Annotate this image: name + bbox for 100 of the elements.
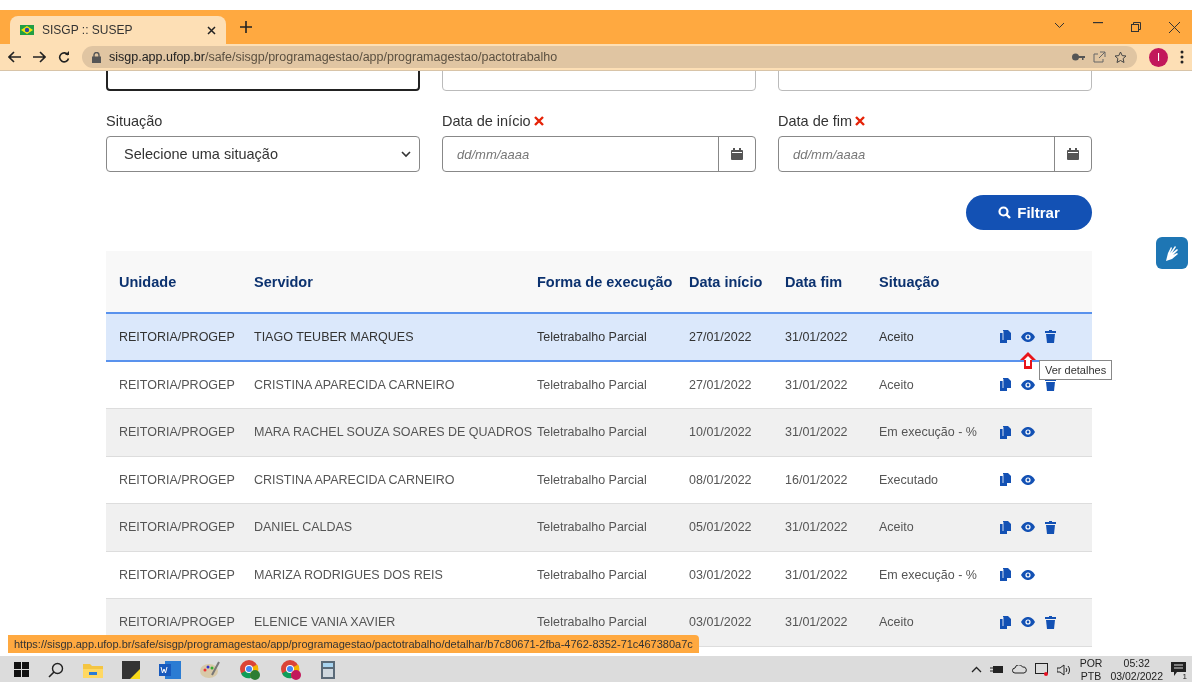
forward-icon[interactable] (33, 51, 46, 63)
clock-time[interactable]: 05:32 (1123, 656, 1150, 670)
table-cell-text: 03/01/2022 (689, 615, 753, 630)
table-cell-text: DANIEL CALDAS (254, 520, 354, 535)
sticky-note-icon[interactable] (122, 660, 140, 679)
search-icon (998, 206, 1012, 219)
table-cell-text: 08/01/2022 (689, 472, 753, 487)
language-indicator[interactable]: POR (1079, 656, 1103, 670)
table-row[interactable]: REITORIA/PROGEP TIAGO TEUBER MARQUES Teletrabalho Parcial 27/01/2022 31/01/2022 Aceito (106, 314, 1092, 362)
date-input[interactable]: dd/mm/aaaa (779, 137, 1054, 171)
table-cell-text: 16/01/2022 (785, 472, 849, 487)
accessibility-button[interactable] (1156, 237, 1188, 269)
trash-icon[interactable] (1045, 330, 1056, 344)
search-icon[interactable] (48, 661, 64, 678)
close-icon[interactable] (1169, 21, 1180, 33)
trash-icon[interactable] (1045, 615, 1056, 629)
share-icon[interactable] (1093, 51, 1106, 63)
eye-icon[interactable] (1021, 474, 1035, 485)
chrome-icon[interactable] (239, 658, 261, 681)
copy-icon[interactable] (1000, 520, 1011, 534)
eye-icon[interactable] (1021, 379, 1035, 390)
table-cell-text: Executado (879, 472, 940, 487)
tooltip: Ver detalhes (1039, 360, 1113, 380)
eye-icon[interactable] (1021, 331, 1035, 342)
table-cell-text: Teletrabalho Parcial (537, 520, 648, 535)
filter-button[interactable]: Filtrar (966, 195, 1092, 230)
key-icon[interactable] (1072, 53, 1085, 61)
keyboard-layout[interactable]: PTB (1080, 669, 1102, 682)
reload-icon[interactable] (58, 51, 70, 63)
table-cell-text: TIAGO TEUBER MARQUES (254, 329, 415, 344)
table-cell-text: REITORIA/PROGEP (119, 472, 236, 487)
copy-icon[interactable] (1000, 568, 1011, 582)
table-cell-text: 31/01/2022 (785, 425, 849, 440)
chevron-down-icon (401, 150, 411, 158)
tab-title: SISGP :: SUSEP (42, 23, 134, 37)
cloud-icon[interactable] (1011, 665, 1027, 674)
address-bar[interactable]: sisgp.app.ufop.br/safe/sisgp/programagestao/app/programagestao/pactotrabalho (82, 46, 1137, 68)
menu-icon[interactable] (1180, 50, 1184, 64)
chevron-down-icon[interactable] (1054, 21, 1065, 29)
paint-palette-icon[interactable] (200, 660, 220, 679)
table-cell-text: Aceito (879, 615, 915, 630)
table-cell-text: Aceito (879, 520, 915, 535)
eye-icon[interactable] (1021, 522, 1035, 533)
restore-icon[interactable] (1131, 21, 1141, 32)
table-cell-text: 05/01/2022 (689, 520, 753, 535)
table-cell-text: Aceito (879, 377, 915, 392)
browser-tab[interactable]: SISGP :: SUSEP (10, 16, 226, 44)
copy-icon[interactable] (1000, 425, 1011, 439)
table-cell-text: REITORIA/PROGEP (119, 377, 236, 392)
windows-icon[interactable] (14, 662, 29, 677)
word-icon[interactable] (159, 660, 181, 679)
monitor-icon[interactable] (1034, 663, 1049, 676)
new-tab-icon[interactable] (240, 21, 252, 33)
calendar-icon[interactable] (1067, 148, 1079, 160)
date-field[interactable]: dd/mm/aaaa (442, 136, 756, 172)
calculator-icon[interactable] (321, 660, 335, 679)
close-icon[interactable] (207, 25, 216, 35)
table-cell-text: ELENICE VANIA XAVIER (254, 615, 397, 630)
column-header: Situação (879, 273, 941, 290)
table-cell-text: 27/01/2022 (689, 329, 753, 344)
date-input[interactable]: dd/mm/aaaa (443, 137, 718, 171)
table-cell-text: 31/01/2022 (785, 567, 849, 582)
date-field[interactable]: dd/mm/aaaa (778, 136, 1092, 172)
table-cell-text: 31/01/2022 (785, 615, 849, 630)
table-row[interactable]: REITORIA/PROGEP DANIEL CALDAS Teletrabalho Parcial 05/01/2022 31/01/2022 Aceito (106, 504, 1092, 552)
table-cell-text: Teletrabalho Parcial (537, 425, 648, 440)
star-icon[interactable] (1114, 50, 1127, 64)
chevron-up-icon[interactable] (970, 666, 982, 673)
eye-icon[interactable] (1021, 427, 1035, 438)
situation-select[interactable]: Selecione uma situação (106, 136, 420, 172)
table-cell-text: REITORIA/PROGEP (119, 425, 236, 440)
trash-icon[interactable] (1045, 520, 1056, 534)
speaker-icon[interactable] (1056, 663, 1072, 676)
back-icon[interactable] (8, 51, 21, 63)
profile-avatar[interactable]: I (1149, 47, 1168, 67)
eye-icon[interactable] (1021, 617, 1035, 628)
table-cell-text: CRISTINA APARECIDA CARNEIRO (254, 472, 456, 487)
clock-date[interactable]: 03/02/2022 (1110, 669, 1163, 682)
minimize-icon[interactable] (1093, 21, 1103, 24)
table-cell-text: Teletrabalho Parcial (537, 472, 648, 487)
table-cell-text: 31/01/2022 (785, 520, 849, 535)
table-cell-text: CRISTINA APARECIDA CARNEIRO (254, 377, 456, 392)
calendar-icon[interactable] (731, 148, 743, 160)
copy-icon[interactable] (1000, 615, 1011, 629)
eye-icon[interactable] (1021, 569, 1035, 580)
column-header: Servidor (254, 273, 314, 290)
copy-icon[interactable] (1000, 473, 1011, 487)
field-label: Data de fim (778, 112, 853, 129)
table-cell-text: 31/01/2022 (785, 377, 849, 392)
copy-icon[interactable] (1000, 378, 1011, 392)
column-header: Forma de execução (537, 273, 674, 290)
chrome-icon[interactable] (280, 658, 302, 681)
table-cell-text: 31/01/2022 (785, 329, 849, 344)
table-row[interactable]: REITORIA/PROGEP MARA RACHEL SOUZA SOARES DE QUADROS Teletrabalho Parcial 10/01/2022 31/01/2022 Em execução - % (106, 409, 1092, 457)
copy-icon[interactable] (1000, 330, 1011, 344)
battery-icon[interactable] (989, 665, 1004, 674)
folder-icon[interactable] (83, 661, 103, 678)
table-cell-text: Teletrabalho Parcial (537, 567, 648, 582)
table-cell-text: Aceito (879, 329, 915, 344)
notification-icon[interactable] (1171, 661, 1186, 676)
